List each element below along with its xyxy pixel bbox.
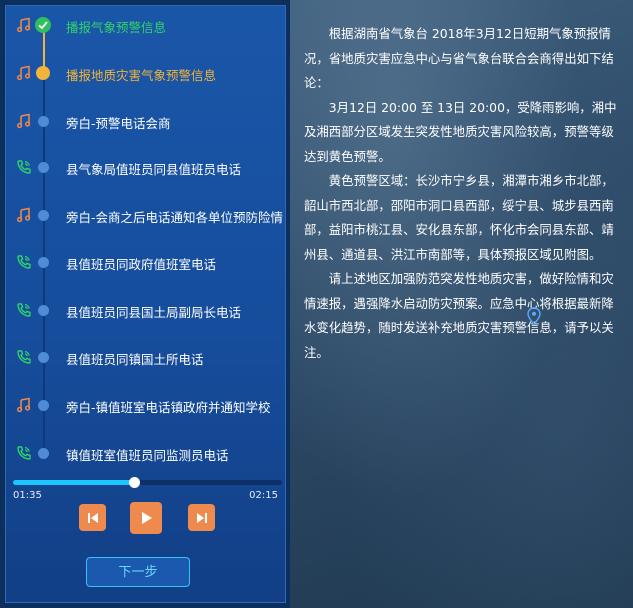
notice-paragraph: 3月12日 20:00 至 13日 20:00，受降雨影响，湘中及湘西部分区域发… [304,99,617,164]
timeline-step-label: 播报地质灾害气象预警信息 [66,68,217,83]
timeline-dot [38,448,49,459]
play-icon [142,512,152,524]
timeline-dot [38,116,49,127]
music-note-icon [16,17,31,33]
phone-icon [17,160,31,174]
notice-panel: 根据湖南省气象台 2018年3月12日短期气象预报情况，省地质灾害应急中心与省气… [290,0,633,608]
audio-progress-fill [13,480,135,485]
notice-paragraph: 请上述地区加强防范突发性地质灾害，做好险情和灾情速报，遇强降水启动防灾预案。应急… [304,271,614,360]
play-button[interactable] [130,502,162,534]
timeline-step-label: 旁白-镇值班室电话镇政府并通知学校 [66,400,271,415]
next-track-button[interactable] [188,504,215,531]
phone-icon [16,349,32,365]
timeline-dot [38,210,49,221]
total-time: 02:15 [249,490,278,501]
music-note-icon [16,65,31,81]
audio-progress-thumb[interactable] [129,477,141,488]
timeline-step[interactable]: 旁白-预警电话会商 [6,107,287,137]
timeline-step-label: 旁白-会商之后电话通知各单位预防险情 [66,210,284,225]
location-pin-icon [527,307,541,325]
timeline-step-label: 县值班员同政府值班室电话 [66,257,217,272]
left-panel: 播报气象预警信息播报地质灾害气象预警信息 旁白-预警电话会商县气象局值班员同县值班… [5,5,286,603]
timeline-dot [38,352,49,363]
timeline-step[interactable]: 旁白-镇值班室电话镇政府并通知学校 [6,391,287,421]
timeline-step-label: 县值班员同镇国土所电话 [66,352,204,367]
timeline-dot [36,66,50,80]
music-note-icon [16,65,32,81]
timeline-step[interactable]: 县气象局值班员同县值班员电话 [6,153,287,183]
phone-icon [17,255,31,269]
music-note-icon [16,397,31,413]
timeline-step-label: 旁白-预警电话会商 [66,116,171,131]
current-time: 01:35 [13,490,42,501]
music-note-icon [16,397,32,413]
skip-next-icon [196,512,207,523]
phone-icon [16,302,32,318]
timeline-dot [38,305,49,316]
timeline-step[interactable]: 县值班员同政府值班室电话 [6,248,287,278]
music-note-icon [16,113,32,129]
timeline-track [43,26,45,454]
phone-icon [17,303,31,317]
skip-previous-icon [87,512,98,523]
phone-icon [16,159,32,175]
timeline-step-label: 县值班员同县国土局副局长电话 [66,305,242,320]
notice-paragraph: 黄色预警区域：长沙市宁乡县，湘潭市湘乡市北部，韶山市西北部，邵阳市洞口县西部，绥… [304,173,614,262]
timeline-step[interactable]: 旁白-会商之后电话通知各单位预防险情 [6,201,287,231]
timeline-step[interactable]: 镇值班室值班员同监测员电话 [6,439,287,469]
timeline-dot [38,257,49,268]
timeline-step-label: 县气象局值班员同县值班员电话 [66,162,242,177]
phone-icon [16,254,32,270]
notice-text: 根据湖南省气象台 2018年3月12日短期气象预报情况，省地质灾害应急中心与省气… [304,22,626,365]
timeline-step-label: 镇值班室值班员同监测员电话 [66,448,229,463]
music-note-icon [16,207,32,223]
phone-icon [16,445,32,461]
timeline-step[interactable]: 播报地质灾害气象预警信息 [6,59,287,89]
audio-progress-bar[interactable] [13,477,282,488]
timeline-dot [38,400,49,411]
timeline-dot [38,162,49,173]
timeline-step-label: 播报气象预警信息 [66,20,167,35]
music-note-icon [16,207,31,223]
previous-button[interactable] [79,504,106,531]
music-note-icon [16,17,32,33]
timeline-step[interactable]: 县值班员同镇国土所电话 [6,343,287,373]
check-icon [35,17,51,33]
timeline-step[interactable]: 播报气象预警信息 [6,11,287,41]
phone-icon [17,350,31,364]
phone-icon [17,446,31,460]
timeline-step[interactable]: 县值班员同县国土局副局长电话 [6,296,287,326]
music-note-icon [16,113,31,129]
notice-paragraph: 根据湖南省气象台 2018年3月12日短期气象预报情况，省地质灾害应急中心与省气… [304,26,614,90]
next-step-button[interactable]: 下一步 [86,557,190,587]
